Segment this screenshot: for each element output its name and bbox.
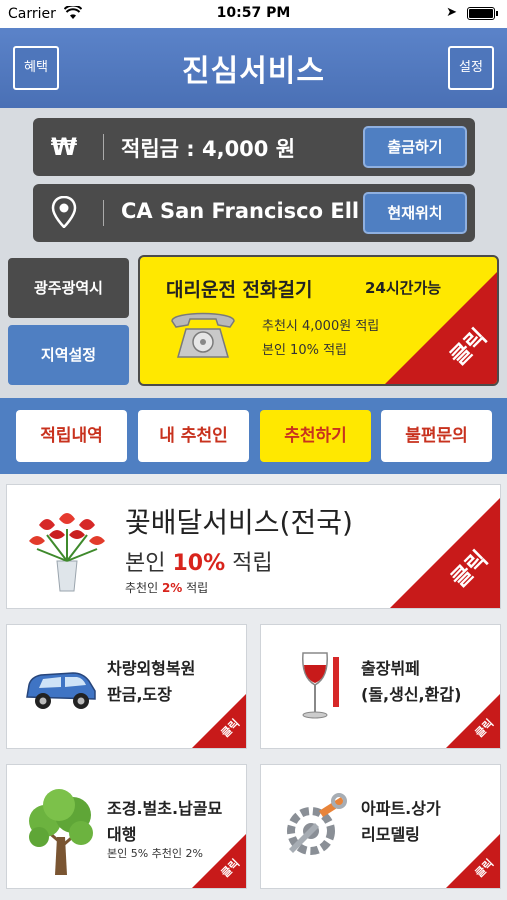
service-line1: 조경.벌초.납골묘: [107, 799, 223, 818]
tab-earning-history[interactable]: 적립내역: [16, 410, 127, 462]
region-setting-button[interactable]: 지역설정: [8, 325, 129, 385]
catering-buffet-card[interactable]: 출장뷔페 (돌,생신,환갑) 클릭: [260, 624, 501, 749]
service-rate: 본인 5% 추천인 2%: [107, 847, 203, 860]
location-value: CA San Francisco Ell: [121, 199, 360, 223]
map-pin-icon: [47, 195, 81, 230]
driver-card-line2: 본인 10% 적립: [262, 343, 347, 358]
tab-complaint[interactable]: 불편문의: [381, 410, 492, 462]
battery-icon: [467, 7, 498, 20]
clock: 10:57 PM: [216, 5, 291, 21]
flower-card-title: 꽃배달서비스(전국): [125, 506, 353, 539]
click-corner-badge: [385, 272, 497, 384]
car-icon: [21, 647, 101, 727]
location-row: CA San Francisco Ell 현재위치: [33, 184, 475, 242]
designated-driver-call-card[interactable]: 대리운전 전화걸기 24시간가능 추천시 4,000원 적립 본인 10% 적립…: [138, 255, 499, 386]
flower-delivery-card[interactable]: 꽃배달서비스(전국) 본인 10% 적립 추천인 2% 적립 클릭: [6, 484, 501, 609]
service-line2: 판금,도장: [107, 685, 172, 704]
landscaping-card[interactable]: 조경.벌초.납골묘 대행 본인 5% 추천인 2% 클릭: [6, 764, 247, 889]
tab-my-referrers[interactable]: 내 추천인: [138, 410, 249, 462]
click-corner-badge: [390, 498, 500, 608]
service-line2: 리모델링: [361, 825, 420, 844]
page-title: 진심서비스: [182, 54, 325, 89]
flower-bouquet-icon: [27, 505, 107, 595]
location-arrow-icon: ➤: [446, 5, 457, 20]
remodeling-card[interactable]: 아파트.상가 리모델링 클릭: [260, 764, 501, 889]
driver-card-line1: 추천시 4,000원 적립: [262, 319, 380, 334]
flower-card-referrer-rate: 추천인 2% 적립: [125, 581, 209, 595]
service-line1: 아파트.상가: [361, 799, 441, 818]
service-line1: 차량외형복원: [107, 659, 196, 678]
tree-icon: [21, 787, 101, 875]
withdraw-button[interactable]: 출금하기: [363, 126, 467, 168]
app-header: 혜택 진심서비스 설정: [0, 28, 507, 108]
current-location-button[interactable]: 현재위치: [363, 192, 467, 234]
telephone-icon: [168, 305, 238, 361]
divider: [103, 200, 104, 226]
settings-button[interactable]: 설정: [448, 46, 494, 90]
flower-card-self-rate: 본인 10% 적립: [125, 551, 273, 576]
divider: [103, 134, 104, 160]
service-line1: 출장뷔페: [361, 659, 420, 678]
driver-card-title: 대리운전 전화걸기: [166, 279, 313, 301]
region-city-button[interactable]: 광주광역시: [8, 258, 129, 318]
service-line2: 대행: [107, 825, 137, 844]
tab-recommend[interactable]: 추천하기: [260, 410, 371, 462]
wine-glass-icon: [275, 647, 355, 727]
points-label: 적립금 : 4,000 원: [121, 137, 296, 161]
car-body-repair-card[interactable]: 차량외형복원 판금,도장 클릭: [6, 624, 247, 749]
status-bar: Carrier 10:57 PM ➤: [0, 0, 507, 28]
tools-icon: [275, 787, 355, 867]
won-icon: ₩: [50, 133, 78, 161]
points-row: ₩ 적립금 : 4,000 원 출금하기: [33, 118, 475, 176]
